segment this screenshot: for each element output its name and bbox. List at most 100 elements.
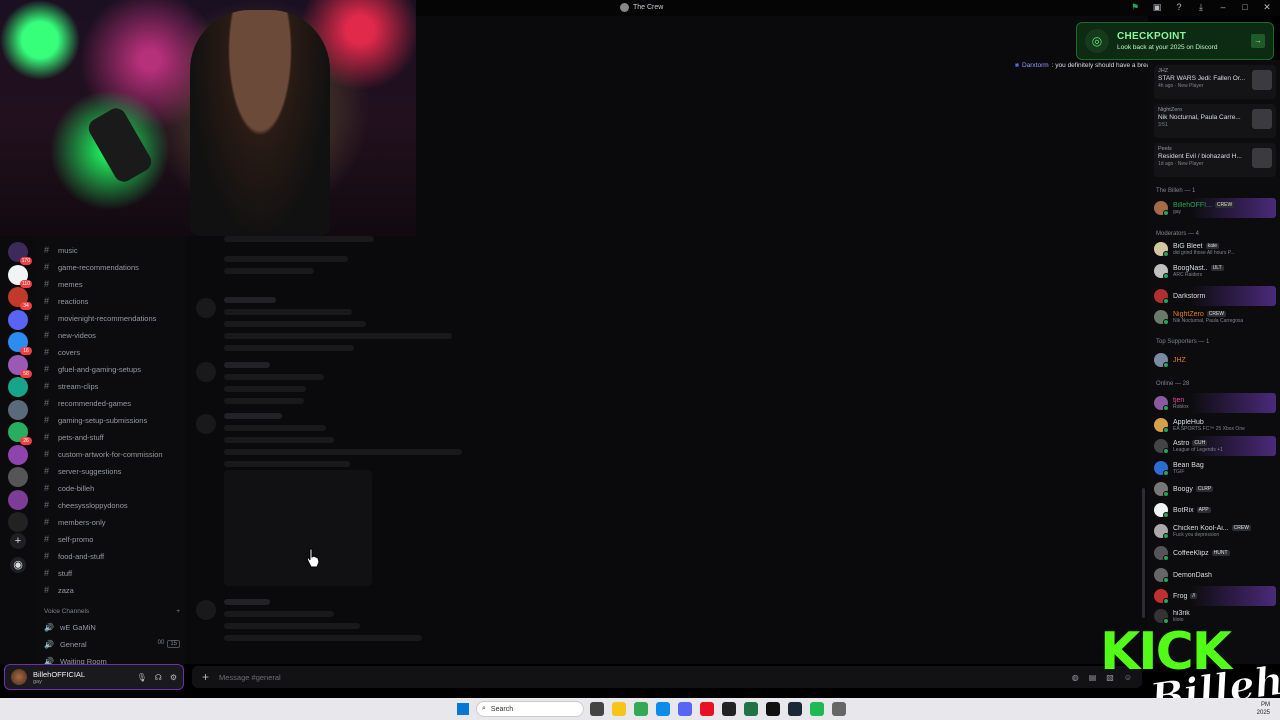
channel-music[interactable]: # music bbox=[44, 243, 78, 257]
red-app-icon[interactable] bbox=[700, 702, 714, 716]
add-server-icon[interactable]: + bbox=[10, 533, 26, 549]
steam-icon[interactable] bbox=[788, 702, 802, 716]
maximize-icon[interactable]: □ bbox=[1240, 2, 1250, 12]
channel-cheesyssloppydonos[interactable]: # cheesyssloppydonos bbox=[44, 498, 128, 512]
discord-icon[interactable] bbox=[678, 702, 692, 716]
message-placeholder bbox=[224, 461, 350, 467]
headphones-icon[interactable]: ☊ bbox=[155, 673, 162, 682]
server-icon[interactable]: 170 bbox=[8, 242, 32, 265]
taskbar-clock[interactable]: PM 2025 bbox=[1257, 701, 1270, 717]
gift-icon[interactable]: ◍ bbox=[1072, 673, 1079, 682]
member-item[interactable]: BillehOFFI... CREW gay bbox=[1154, 198, 1276, 218]
channel-zaza[interactable]: # zaza bbox=[44, 583, 74, 597]
chrome-icon[interactable] bbox=[634, 702, 648, 716]
channel-stream-clips[interactable]: # stream-clips bbox=[44, 379, 98, 393]
activity-card[interactable]: NightZero Nik Nocturnal, Paula Carre... 3:… bbox=[1154, 104, 1276, 138]
member-item[interactable]: tjen Roblox bbox=[1154, 393, 1276, 413]
channel-game-recommendations[interactable]: # game-recommendations bbox=[44, 260, 139, 274]
channel-recommended-games[interactable]: # recommended-games bbox=[44, 396, 131, 410]
microphone-icon[interactable]: 🎙 bbox=[137, 673, 147, 682]
member-item[interactable]: Chicken Kool-Ai... CREW Fuck you depressio… bbox=[1154, 521, 1276, 541]
server-icon[interactable] bbox=[8, 444, 28, 465]
download-icon[interactable]: ⤓ bbox=[1196, 2, 1206, 12]
message-placeholder bbox=[224, 268, 314, 274]
avatar-placeholder bbox=[196, 298, 216, 318]
edge-icon[interactable] bbox=[656, 702, 670, 716]
user-panel[interactable]: BillehOFFICIAL gay 🎙 ☊ ⚙ bbox=[4, 664, 184, 690]
server-icon[interactable] bbox=[8, 377, 28, 397]
avatar[interactable] bbox=[11, 669, 27, 685]
server-icon[interactable]: 16 bbox=[8, 332, 32, 355]
member-scrollbar[interactable] bbox=[1142, 488, 1145, 618]
server-icon[interactable]: 58 bbox=[8, 354, 32, 378]
member-item[interactable]: JHZ bbox=[1154, 350, 1276, 370]
member-item[interactable]: CoffeeKlipz HUNT bbox=[1154, 543, 1276, 563]
member-item[interactable]: Frog// bbox=[1154, 586, 1276, 606]
folder-icon[interactable] bbox=[612, 702, 626, 716]
server-icon[interactable]: 110 bbox=[8, 264, 32, 288]
member-item[interactable]: BiG Bleet kate did grind those All hours P… bbox=[1154, 239, 1276, 259]
activity-card[interactable]: Peels Resident Evil / biohazard H... 1d ag… bbox=[1154, 143, 1276, 177]
member-item[interactable]: BotRix APP bbox=[1154, 500, 1276, 520]
message-placeholder bbox=[224, 362, 270, 368]
member-item[interactable]: AppleHub EA SPORTS FC™ 25 Xbox One bbox=[1154, 415, 1276, 435]
settings-gear-icon[interactable]: ⚙ bbox=[170, 673, 177, 682]
server-icon[interactable] bbox=[8, 512, 28, 532]
x-icon[interactable] bbox=[766, 702, 780, 716]
server-icon[interactable] bbox=[8, 489, 28, 510]
message-input[interactable] bbox=[219, 672, 1000, 682]
discover-icon[interactable]: ◉ bbox=[10, 557, 26, 573]
server-icon[interactable]: 26 bbox=[8, 422, 32, 445]
spotify-icon[interactable] bbox=[810, 702, 824, 716]
server-icon[interactable] bbox=[8, 399, 28, 420]
minimize-icon[interactable]: – bbox=[1218, 2, 1228, 12]
inbox-icon[interactable]: ▣ bbox=[1152, 2, 1162, 12]
close-icon[interactable]: ✕ bbox=[1262, 2, 1272, 12]
arrow-right-icon[interactable]: → bbox=[1251, 34, 1265, 48]
message-composer[interactable]: + ◍ ▤ ▧ ☺ bbox=[192, 666, 1142, 688]
server-icon[interactable] bbox=[8, 309, 28, 330]
taskbar-search[interactable]: ⌕ Search bbox=[476, 701, 584, 717]
file-explorer-icon[interactable] bbox=[590, 702, 604, 716]
channel-gaming-setup-submissions[interactable]: # gaming-setup-submissions bbox=[44, 413, 147, 427]
upload-plus-icon[interactable]: + bbox=[202, 670, 209, 684]
member-item[interactable]: Astro CUH League of Legends +1 bbox=[1154, 436, 1276, 456]
server-icon[interactable] bbox=[8, 467, 28, 487]
channel-movienight-recommendations[interactable]: # movienight-recommendations bbox=[44, 311, 156, 325]
checkpoint-banner[interactable]: ◎ CHECKPOINT Look back at your 2025 on D… bbox=[1076, 22, 1274, 60]
voice-channel[interactable]: 🔊 wE GaMiN bbox=[44, 620, 180, 634]
help-icon[interactable]: ? bbox=[1174, 2, 1184, 12]
activity-card[interactable]: JHZ STAR WARS Jedi: Fallen Or... 4h ago · … bbox=[1154, 65, 1276, 99]
windows-start-icon[interactable] bbox=[457, 703, 469, 715]
channel-pets-and-stuff[interactable]: # pets-and-stuff bbox=[44, 430, 104, 444]
channel-gfuel-and-gaming-setups[interactable]: # gfuel-and-gaming-setups bbox=[44, 362, 141, 376]
channel-server-suggestions[interactable]: # server-suggestions bbox=[44, 464, 121, 478]
channel-reactions[interactable]: # reactions bbox=[44, 294, 88, 308]
avatar bbox=[1154, 242, 1169, 257]
member-item[interactable]: Bean Bag TGIF bbox=[1154, 458, 1276, 478]
channel-memes[interactable]: # memes bbox=[44, 277, 83, 291]
settings-icon[interactable] bbox=[832, 702, 846, 716]
server-icon[interactable]: 34 bbox=[8, 287, 32, 310]
add-voice-channel-icon[interactable]: + bbox=[176, 608, 180, 615]
terminal-icon[interactable] bbox=[722, 702, 736, 716]
channel-code-billeh[interactable]: # code-billeh bbox=[44, 481, 94, 495]
gif-icon[interactable]: ▤ bbox=[1089, 673, 1097, 682]
voice-channel[interactable]: 🔊 General 00 15 bbox=[44, 637, 180, 651]
excel-icon[interactable] bbox=[744, 702, 758, 716]
member-item[interactable]: NightZero CREW Nik Nocturnal, Paula Carreg… bbox=[1154, 307, 1276, 327]
channel-custom-artwork-for-commission[interactable]: # custom-artwork-for-commission bbox=[44, 447, 163, 461]
member-item[interactable]: Boogy CLRP bbox=[1154, 479, 1276, 499]
channel-stuff[interactable]: # stuff bbox=[44, 566, 72, 580]
voice-channels-header[interactable]: Voice Channels + bbox=[44, 608, 180, 615]
channel-covers[interactable]: # covers bbox=[44, 345, 80, 359]
voice-channel[interactable]: 🔊 Waiting Room bbox=[44, 654, 180, 665]
channel-food-and-stuff[interactable]: # food-and-stuff bbox=[44, 549, 104, 563]
member-item[interactable]: BoogNast.. ULT ARC Raiders bbox=[1154, 261, 1276, 281]
channel-members-only[interactable]: # members-only bbox=[44, 515, 106, 529]
member-item[interactable]: DemonDash bbox=[1154, 565, 1276, 585]
channel-new-videos[interactable]: # new-videos bbox=[44, 328, 96, 342]
member-item[interactable]: Darkstorm bbox=[1154, 286, 1276, 306]
channel-self-promo[interactable]: # self-promo bbox=[44, 532, 93, 546]
flag-icon[interactable]: ⚑ bbox=[1130, 2, 1140, 12]
